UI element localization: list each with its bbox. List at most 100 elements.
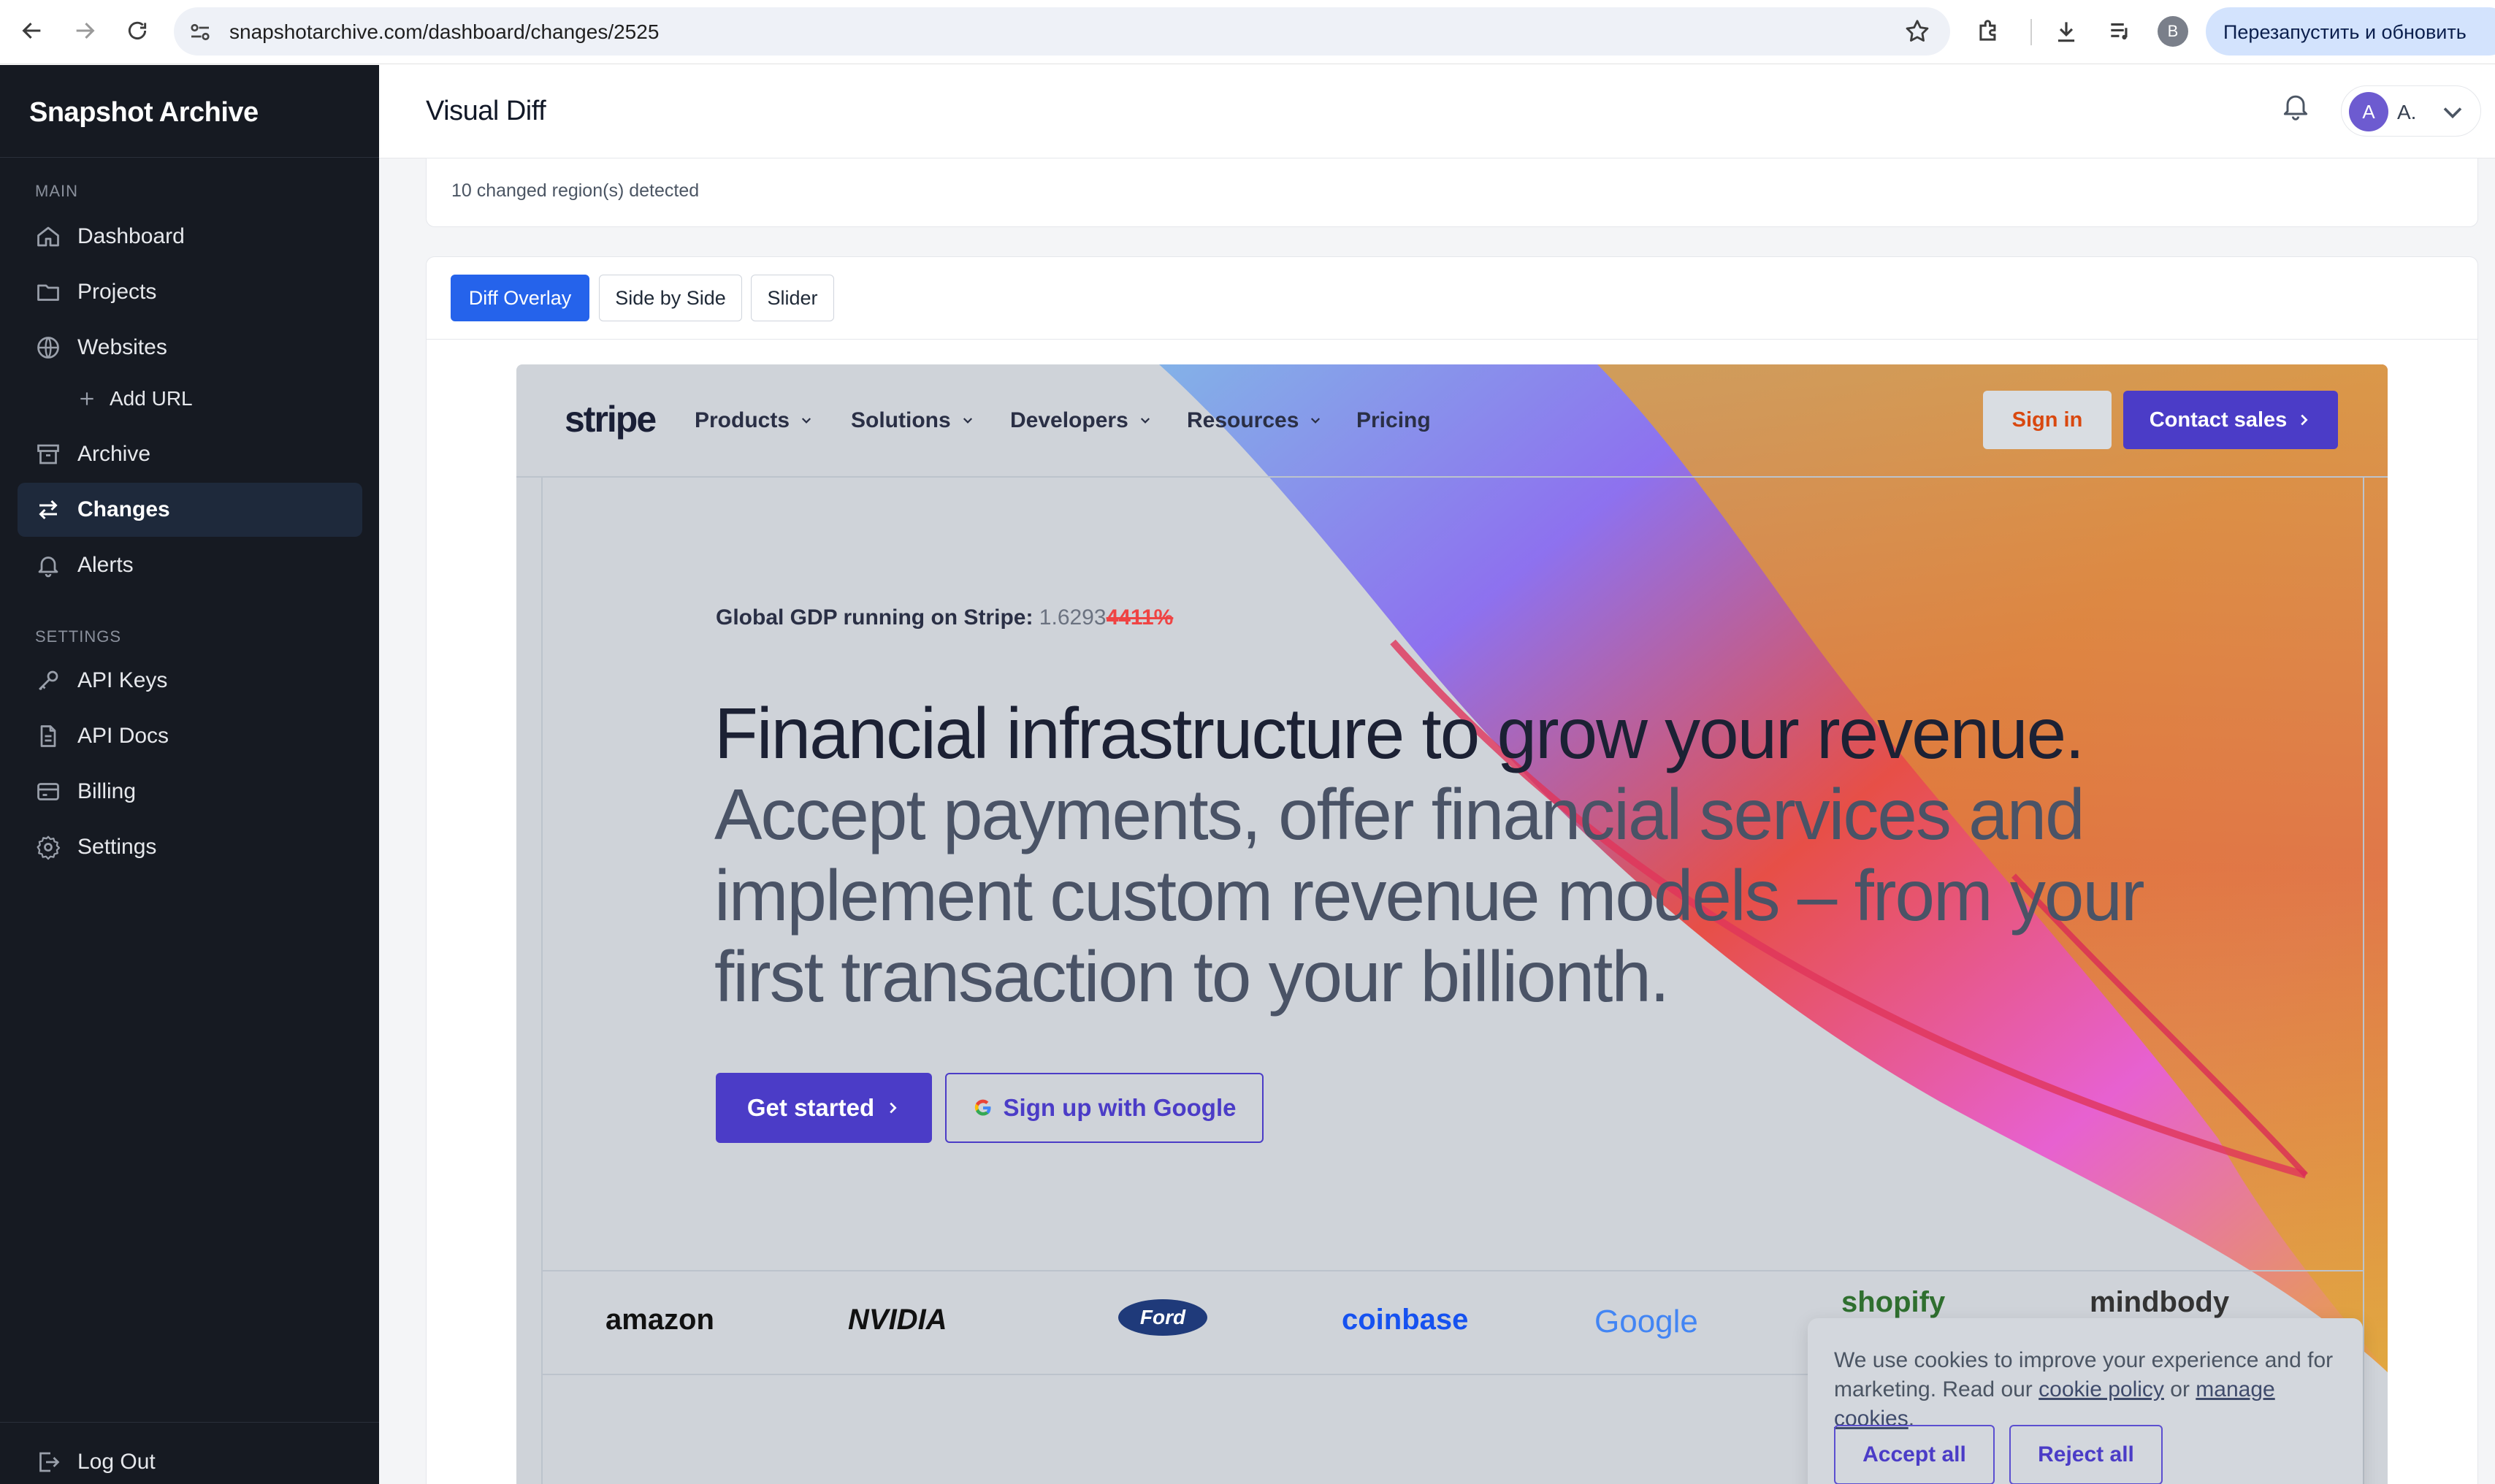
reload-icon[interactable] [120,13,155,48]
sidebar-item-label: API Docs [77,724,169,748]
logout-button[interactable]: Log Out [18,1435,362,1484]
sidebar-bottom-divider [0,1422,379,1423]
arrows-exchange-icon [34,495,63,524]
logout-icon [34,1447,63,1477]
home-icon [34,222,63,251]
bookmark-star-icon[interactable] [1903,18,1931,45]
avatar: A [2349,92,2388,131]
view-mode-tabs: Diff Overlay Side by Side Slider [427,257,2477,340]
diff-highlight-region: 4411% [1106,605,1174,630]
tab-side-by-side[interactable]: Side by Side [599,275,742,321]
sidebar-item-alerts[interactable]: Alerts [18,538,362,592]
user-menu[interactable]: A A. [2341,85,2481,137]
folder-icon [34,278,63,307]
captured-nav-label: Solutions [851,408,951,432]
notification-bell-icon[interactable] [2280,90,2316,126]
address-bar[interactable]: snapshotarchive.com/dashboard/changes/25… [174,7,1950,56]
sidebar-item-label: Alerts [77,553,134,577]
captured-accept-all-button: Accept all [1834,1425,1995,1484]
sidebar-item-changes[interactable]: Changes [18,483,362,537]
credit-card-icon [34,777,63,806]
captured-get-started-label: Get started [746,1094,875,1121]
sidebar-item-billing[interactable]: Billing [18,765,362,819]
chevron-down-icon [801,418,811,424]
captured-google-signup-button: Sign up with Google [945,1073,1264,1143]
key-icon [34,666,63,695]
sidebar-item-api-docs[interactable]: API Docs [18,709,362,763]
user-name: A. [2397,101,2417,123]
sidebar-item-label: Settings [77,835,157,859]
sidebar-item-label: API Keys [77,668,168,692]
brand-logo[interactable]: Snapshot Archive [29,97,259,129]
chevron-down-icon [1140,418,1150,424]
captured-nav-products: Products [695,408,813,433]
document-icon [34,722,63,751]
section-label-main: MAIN [35,182,78,200]
chevron-down-icon [963,418,972,424]
sidebar-item-dashboard[interactable]: Dashboard [18,210,362,264]
browser-toolbar: snapshotarchive.com/dashboard/changes/25… [0,0,2495,64]
sidebar-item-settings[interactable]: Settings [18,820,362,874]
cookie-policy-link: cookie policy [2039,1377,2164,1401]
captured-gdp-label: Global GDP running on Stripe: [716,605,1033,630]
forward-arrow-icon[interactable] [67,13,102,48]
sidebar-item-archive[interactable]: Archive [18,427,362,481]
sidebar-item-label: Add URL [110,387,193,410]
site-info-icon[interactable] [187,19,213,45]
changed-regions-text: 10 changed region(s) detected [451,180,700,201]
coinbase-logo: coinbase [1342,1304,1469,1336]
sidebar-item-add-url[interactable]: Add URL [18,375,362,423]
sidebar-item-websites[interactable]: Websites [18,321,362,375]
globe-icon [34,333,63,362]
top-bar: Visual Diff A A. [379,65,2495,158]
extensions-puzzle-icon[interactable] [1972,15,2006,48]
gear-icon [34,833,63,862]
captured-nav-label: Products [695,408,790,432]
captured-cookie-banner: We use cookies to improve your experienc… [1808,1318,2363,1484]
captured-nav-label: Pricing [1356,408,1431,432]
captured-get-started-button: Get started [716,1073,932,1143]
captured-signin-button: Sign in [1983,391,2112,449]
captured-contact-sales-button: Contact sales [2123,391,2338,449]
chevron-down-icon [2437,96,2469,129]
captured-stripe-logo: stripe [565,399,657,440]
captured-layout-guide [2363,478,2364,1484]
diff-viewer-card: Diff Overlay Side by Side Slider stripe … [426,256,2478,1484]
archive-icon [34,440,63,469]
diff-overlay-capture: stripe Products Solutions Developers Res… [516,364,2388,1484]
captured-nav-developers: Developers [1010,408,1152,433]
main-content: Visual Diff A A. 10 changed region(s) de… [379,65,2495,1484]
bell-icon [34,551,63,580]
mindbody-logo: mindbody [2090,1286,2230,1318]
captured-reject-all-button: Reject all [2009,1425,2163,1484]
sidebar-item-api-keys[interactable]: API Keys [18,654,362,708]
captured-nav-solutions: Solutions [851,408,974,433]
cookie-text-or: or [2170,1377,2190,1401]
captured-gdp-value: 1.6293 [1039,605,1107,630]
browser-profile-avatar[interactable]: B [2158,16,2188,47]
sidebar-item-label: Billing [77,779,137,803]
tab-slider[interactable]: Slider [751,275,834,321]
sidebar-item-label: Changes [77,497,170,521]
section-label-settings: SETTINGS [35,627,122,646]
download-icon[interactable] [2049,15,2083,48]
media-playlist-icon[interactable] [2104,15,2137,48]
captured-nav-label: Developers [1010,408,1128,432]
toolbar-separator [2030,19,2032,45]
chevron-right-icon [890,1102,897,1114]
captured-hero-headline: Financial infrastructure to grow your re… [714,693,2175,1017]
sidebar-item-projects[interactable]: Projects [18,265,362,319]
shopify-logo: shopify [1841,1286,1946,1318]
captured-google-label: Sign up with Google [1003,1094,1237,1121]
google-g-icon [974,1099,991,1116]
back-arrow-icon[interactable] [15,13,50,48]
tab-diff-overlay[interactable]: Diff Overlay [451,275,589,321]
chevron-right-icon [2301,414,2308,426]
captured-nav-label: Resources [1187,408,1299,432]
sidebar-item-label: Projects [77,280,157,304]
chevron-down-icon [1311,418,1321,424]
captured-headline-sub: Accept payments, offer financial service… [714,774,2144,1017]
restart-update-button[interactable]: Перезапустить и обновить [2206,7,2495,56]
page-title: Visual Diff [426,96,546,126]
plus-icon [76,384,98,413]
